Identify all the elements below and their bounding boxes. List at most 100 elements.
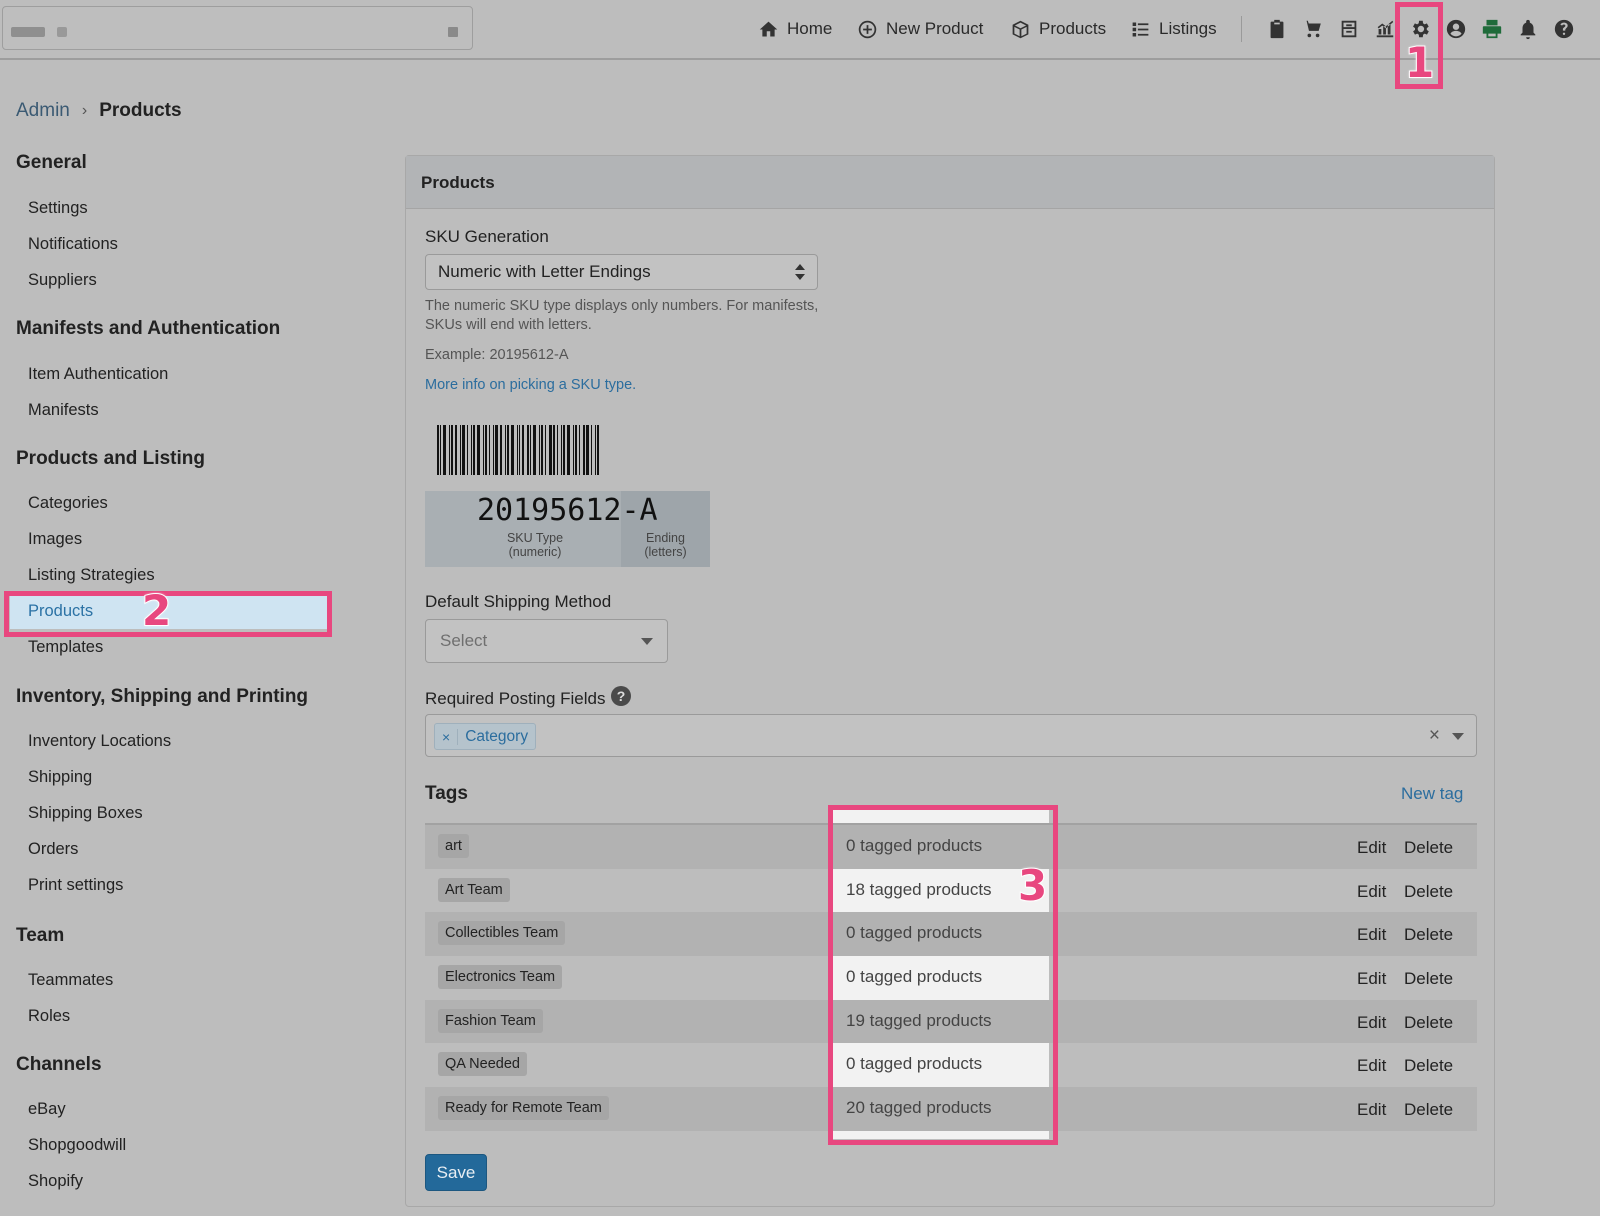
chip-remove-icon[interactable]: ×: [435, 728, 459, 745]
shipping-method-label: Default Shipping Method: [425, 592, 612, 611]
barcode-stripe: [462, 425, 465, 475]
new-tag-link[interactable]: New tag: [1401, 784, 1463, 804]
breadcrumb-admin[interactable]: Admin: [16, 100, 70, 122]
barcode-stripe: [557, 425, 558, 475]
sku-generation-select[interactable]: Numeric with Letter Endings: [425, 254, 818, 290]
sidebar-item-notifications[interactable]: Notifications: [0, 226, 118, 262]
help-icon[interactable]: ?: [611, 686, 631, 706]
sidebar-group-manifests: Manifests and Authentication: [16, 318, 281, 339]
sidebar-item-manifests[interactable]: Manifests: [0, 392, 99, 428]
edit-tag-button[interactable]: Edit: [1357, 882, 1386, 902]
barcode-stripe: [507, 425, 509, 475]
cart-button[interactable]: [1301, 17, 1325, 41]
clear-icon[interactable]: ×: [1429, 725, 1440, 747]
barcode-stripe: [597, 425, 599, 475]
sku-more-info-link[interactable]: More info on picking a SKU type.: [425, 377, 636, 393]
barcode-stripe: [437, 425, 439, 475]
edit-tag-button[interactable]: Edit: [1357, 1013, 1386, 1033]
nav-divider: [1241, 16, 1242, 42]
barcode-stripe: [485, 425, 487, 475]
chevron-right-icon: ›: [81, 102, 88, 119]
sidebar-item-listing-strategies[interactable]: Listing Strategies: [0, 557, 155, 593]
barcode-stripe: [561, 425, 562, 475]
sidebar-item-images[interactable]: Images: [0, 521, 82, 557]
edit-tag-button[interactable]: Edit: [1357, 925, 1386, 945]
edit-tag-button[interactable]: Edit: [1357, 1056, 1386, 1076]
barcode-stripe: [467, 425, 468, 475]
sidebar-item-categories[interactable]: Categories: [0, 485, 108, 521]
sidebar-item-shopgoodwill[interactable]: Shopgoodwill: [0, 1127, 126, 1163]
chevron-down-icon[interactable]: [1452, 733, 1464, 740]
tag-badge[interactable]: Ready for Remote Team: [438, 1096, 609, 1121]
tag-badge[interactable]: art: [438, 834, 469, 858]
barcode-stripe: [483, 425, 484, 475]
sku-type-caption-line-2: (numeric): [508, 545, 562, 559]
list-icon: [1132, 22, 1149, 36]
sidebar-item-item-authentication[interactable]: Item Authentication: [0, 356, 168, 392]
barcode-stripe: [477, 425, 480, 475]
sidebar-item-print-settings[interactable]: Print settings: [0, 867, 123, 903]
edit-tag-button[interactable]: Edit: [1357, 838, 1386, 858]
barcode-stripe: [545, 425, 546, 475]
barcode-stripe: [591, 425, 592, 475]
analytics-button[interactable]: [1373, 17, 1397, 41]
sidebar-item-orders[interactable]: Orders: [0, 831, 78, 867]
question-icon: [1554, 19, 1574, 39]
help-button[interactable]: [1552, 17, 1576, 41]
sidebar-item-shopify[interactable]: Shopify: [0, 1163, 83, 1199]
delete-tag-button[interactable]: Delete: [1404, 882, 1453, 902]
sidebar-item-shipping-boxes[interactable]: Shipping Boxes: [0, 795, 143, 831]
edit-tag-button[interactable]: Edit: [1357, 969, 1386, 989]
annotation-number-2: 2: [141, 585, 172, 636]
edit-tag-button[interactable]: Edit: [1357, 1100, 1386, 1120]
tag-badge[interactable]: QA Needed: [438, 1052, 527, 1077]
barcode-stripe: [471, 425, 472, 475]
required-fields-select[interactable]: × Category ×: [425, 714, 1477, 757]
sku-preview-number: 20195612-A: [477, 493, 658, 528]
account-button[interactable]: [1444, 17, 1468, 41]
nav-listings[interactable]: Listings: [1130, 16, 1217, 42]
barcode-stripe: [473, 425, 475, 475]
search-input[interactable]: [2, 6, 473, 50]
delete-tag-button[interactable]: Delete: [1404, 1013, 1453, 1033]
nav-new-product[interactable]: New Product: [857, 16, 983, 42]
delete-tag-button[interactable]: Delete: [1404, 925, 1453, 945]
tag-badge[interactable]: Electronics Team: [438, 965, 563, 990]
delete-tag-button[interactable]: Delete: [1404, 838, 1453, 858]
sku-generation-value: Numeric with Letter Endings: [438, 262, 651, 281]
sidebar-item-inventory-locations[interactable]: Inventory Locations: [0, 723, 171, 759]
sidebar-group-products-listing: Products and Listing: [16, 448, 205, 469]
tag-badge[interactable]: Fashion Team: [438, 1008, 543, 1033]
barcode-stripe: [517, 425, 518, 475]
shipping-method-select[interactable]: Select: [425, 619, 668, 663]
print-button[interactable]: [1480, 17, 1504, 41]
sidebar-item-teammates[interactable]: Teammates: [0, 962, 113, 998]
sidebar-item-shipping[interactable]: Shipping: [0, 759, 92, 795]
barcode-stripe: [583, 425, 585, 475]
card-title: Products: [406, 156, 1494, 209]
tag-badge[interactable]: Art Team: [438, 877, 510, 902]
save-button[interactable]: Save: [425, 1154, 487, 1191]
sidebar-item-roles[interactable]: Roles: [0, 998, 70, 1034]
notifications-button[interactable]: [1516, 17, 1540, 41]
barcode-stripe: [440, 425, 441, 475]
annotation-number-3: 3: [1017, 860, 1048, 911]
delete-tag-button[interactable]: Delete: [1404, 969, 1453, 989]
clipboard-button[interactable]: [1265, 17, 1289, 41]
sidebar-item-settings[interactable]: Settings: [0, 190, 88, 226]
nav-home[interactable]: Home: [758, 16, 832, 42]
archive-button[interactable]: [1337, 17, 1361, 41]
sku-ending-caption-line-2: (letters): [644, 545, 687, 559]
barcode-stripe: [541, 425, 543, 475]
tag-badge[interactable]: Collectibles Team: [438, 921, 566, 946]
barcode-stripe: [530, 425, 531, 475]
sidebar-item-ebay[interactable]: eBay: [0, 1091, 66, 1127]
nav-products[interactable]: Products: [1010, 16, 1106, 42]
plus-circle-icon: [858, 20, 877, 38]
printer-icon: [1482, 19, 1502, 39]
delete-tag-button[interactable]: Delete: [1404, 1056, 1453, 1076]
delete-tag-button[interactable]: Delete: [1404, 1100, 1453, 1120]
chevron-down-icon: [641, 638, 653, 645]
barcode-stripe: [511, 425, 514, 475]
sidebar-item-suppliers[interactable]: Suppliers: [0, 262, 97, 298]
